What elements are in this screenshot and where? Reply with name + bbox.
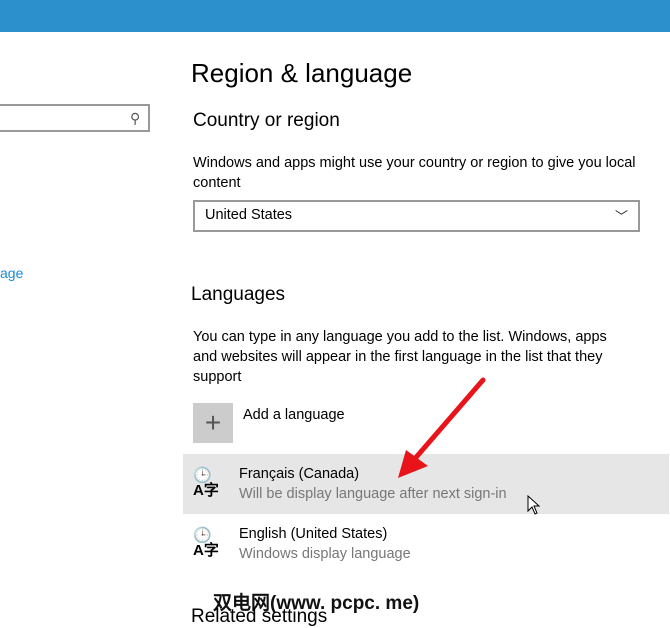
title-bar — [0, 0, 670, 32]
sidebar-link[interactable]: age — [0, 265, 23, 281]
language-name: English (United States) — [239, 526, 388, 542]
language-icon: 🕒 A字 — [193, 527, 219, 559]
annotation-arrow — [398, 377, 486, 478]
page-title: Region & language — [191, 58, 413, 88]
country-heading: Country or region — [193, 110, 340, 131]
language-name: Français (Canada) — [239, 466, 360, 482]
mouse-cursor-icon — [527, 495, 541, 515]
chevron-down-icon: ﹀ — [614, 209, 628, 224]
country-dropdown[interactable]: United States ﹀ — [193, 200, 640, 232]
related-settings-heading: Related settings — [191, 606, 328, 627]
plus-icon: + — [204, 407, 222, 438]
search-icon[interactable]: ⚲ — [130, 110, 140, 127]
search-input[interactable] — [0, 104, 150, 132]
country-value: United States — [205, 207, 293, 223]
add-language-button[interactable]: + — [193, 403, 233, 443]
language-icon: 🕒 A字 — [193, 467, 219, 499]
country-description: Windows and apps might use your country … — [193, 155, 636, 191]
add-language-label[interactable]: Add a language — [243, 405, 345, 425]
languages-heading: Languages — [191, 284, 286, 305]
language-item[interactable]: 🕒 A字 English (United States) Windows disp… — [183, 514, 669, 574]
language-status: Windows display language — [239, 546, 411, 562]
